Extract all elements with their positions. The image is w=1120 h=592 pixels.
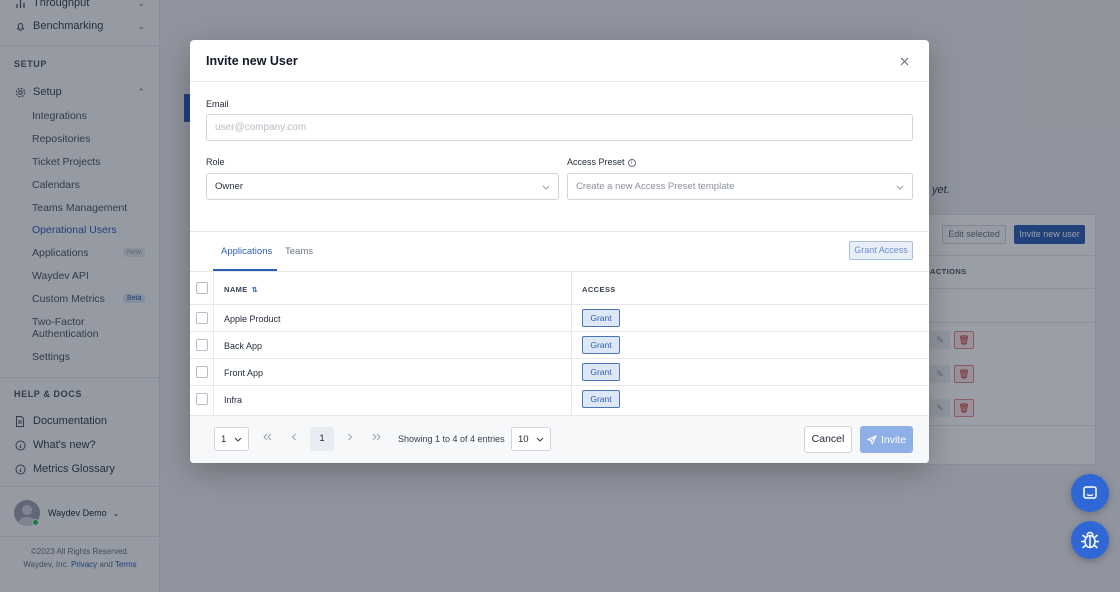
chevron-down-icon [234, 434, 242, 444]
grant-button[interactable]: Grant [582, 309, 620, 327]
pagination-info: Showing 1 to 4 of 4 entries [398, 434, 505, 444]
send-icon [866, 434, 877, 445]
invite-button-label: Invite [880, 433, 907, 446]
role-select[interactable]: Owner [206, 173, 559, 200]
role-select-value: Owner [215, 181, 243, 192]
next-page-icon[interactable] [347, 433, 353, 444]
column-divider [213, 271, 214, 415]
select-all-checkbox[interactable] [196, 282, 208, 294]
row-checkbox[interactable] [196, 366, 208, 378]
modal-footer: 1 1 Showing 1 to 4 of 4 entries 10 Cance… [190, 415, 929, 463]
invite-user-modal: Invite new User Email Role Owner Access … [190, 40, 929, 463]
close-icon[interactable] [897, 54, 911, 68]
per-page-select[interactable]: 10 [511, 427, 551, 451]
table-row: Back App Grant [190, 332, 929, 359]
chevron-down-icon [536, 434, 544, 444]
bug-icon [1081, 531, 1099, 549]
tab-teams[interactable]: Teams [285, 246, 313, 257]
access-preset-label: Access Preset i [567, 157, 636, 167]
divider [190, 81, 929, 82]
first-page-icon[interactable] [262, 433, 272, 444]
grant-button[interactable]: Grant [582, 363, 620, 381]
email-field[interactable] [206, 114, 913, 141]
name-column-header[interactable]: NAME ⇅ [224, 285, 258, 294]
cancel-button[interactable]: Cancel [804, 426, 852, 453]
access-preset-placeholder: Create a new Access Preset template [576, 181, 735, 192]
per-page-select-value: 10 [518, 433, 529, 445]
app-name: Infra [224, 395, 243, 405]
current-page-button[interactable]: 1 [310, 427, 334, 451]
grant-button[interactable]: Grant [582, 336, 620, 354]
grant-button[interactable]: Grant [582, 390, 620, 408]
page-select[interactable]: 1 [214, 427, 249, 451]
app-name: Front App [224, 368, 264, 378]
chevron-down-icon [896, 182, 904, 192]
table-header-row: NAME ⇅ ACCESS [190, 271, 929, 305]
table-row: Apple Product Grant [190, 305, 929, 332]
chat-icon [1083, 486, 1097, 499]
info-icon[interactable]: i [627, 159, 636, 167]
chat-button[interactable] [1071, 474, 1109, 512]
app-name: Apple Product [224, 314, 281, 324]
row-checkbox[interactable] [196, 312, 208, 324]
column-divider [571, 271, 572, 415]
grant-access-button[interactable]: Grant Access [849, 241, 913, 260]
access-preset-label-text: Access Preset [567, 157, 625, 167]
modal-title: Invite new User [206, 54, 298, 68]
divider [190, 231, 929, 232]
table-row: Infra Grant [190, 386, 929, 413]
row-checkbox[interactable] [196, 339, 208, 351]
last-page-icon[interactable] [372, 433, 382, 444]
table-row: Front App Grant [190, 359, 929, 386]
tab-applications[interactable]: Applications [221, 246, 272, 257]
sort-icon[interactable]: ⇅ [252, 287, 258, 294]
chevron-down-icon [542, 182, 550, 192]
email-label: Email [206, 99, 229, 109]
access-preset-select[interactable]: Create a new Access Preset template [567, 173, 913, 200]
name-column-header-label: NAME [224, 285, 248, 294]
invite-button[interactable]: Invite [860, 426, 913, 453]
access-column-header: ACCESS [582, 285, 616, 294]
role-label: Role [206, 157, 225, 167]
previous-page-icon[interactable] [291, 433, 297, 444]
row-checkbox[interactable] [196, 393, 208, 405]
bug-report-button[interactable] [1071, 521, 1109, 559]
app-name: Back App [224, 341, 263, 351]
page-select-value: 1 [221, 433, 227, 445]
